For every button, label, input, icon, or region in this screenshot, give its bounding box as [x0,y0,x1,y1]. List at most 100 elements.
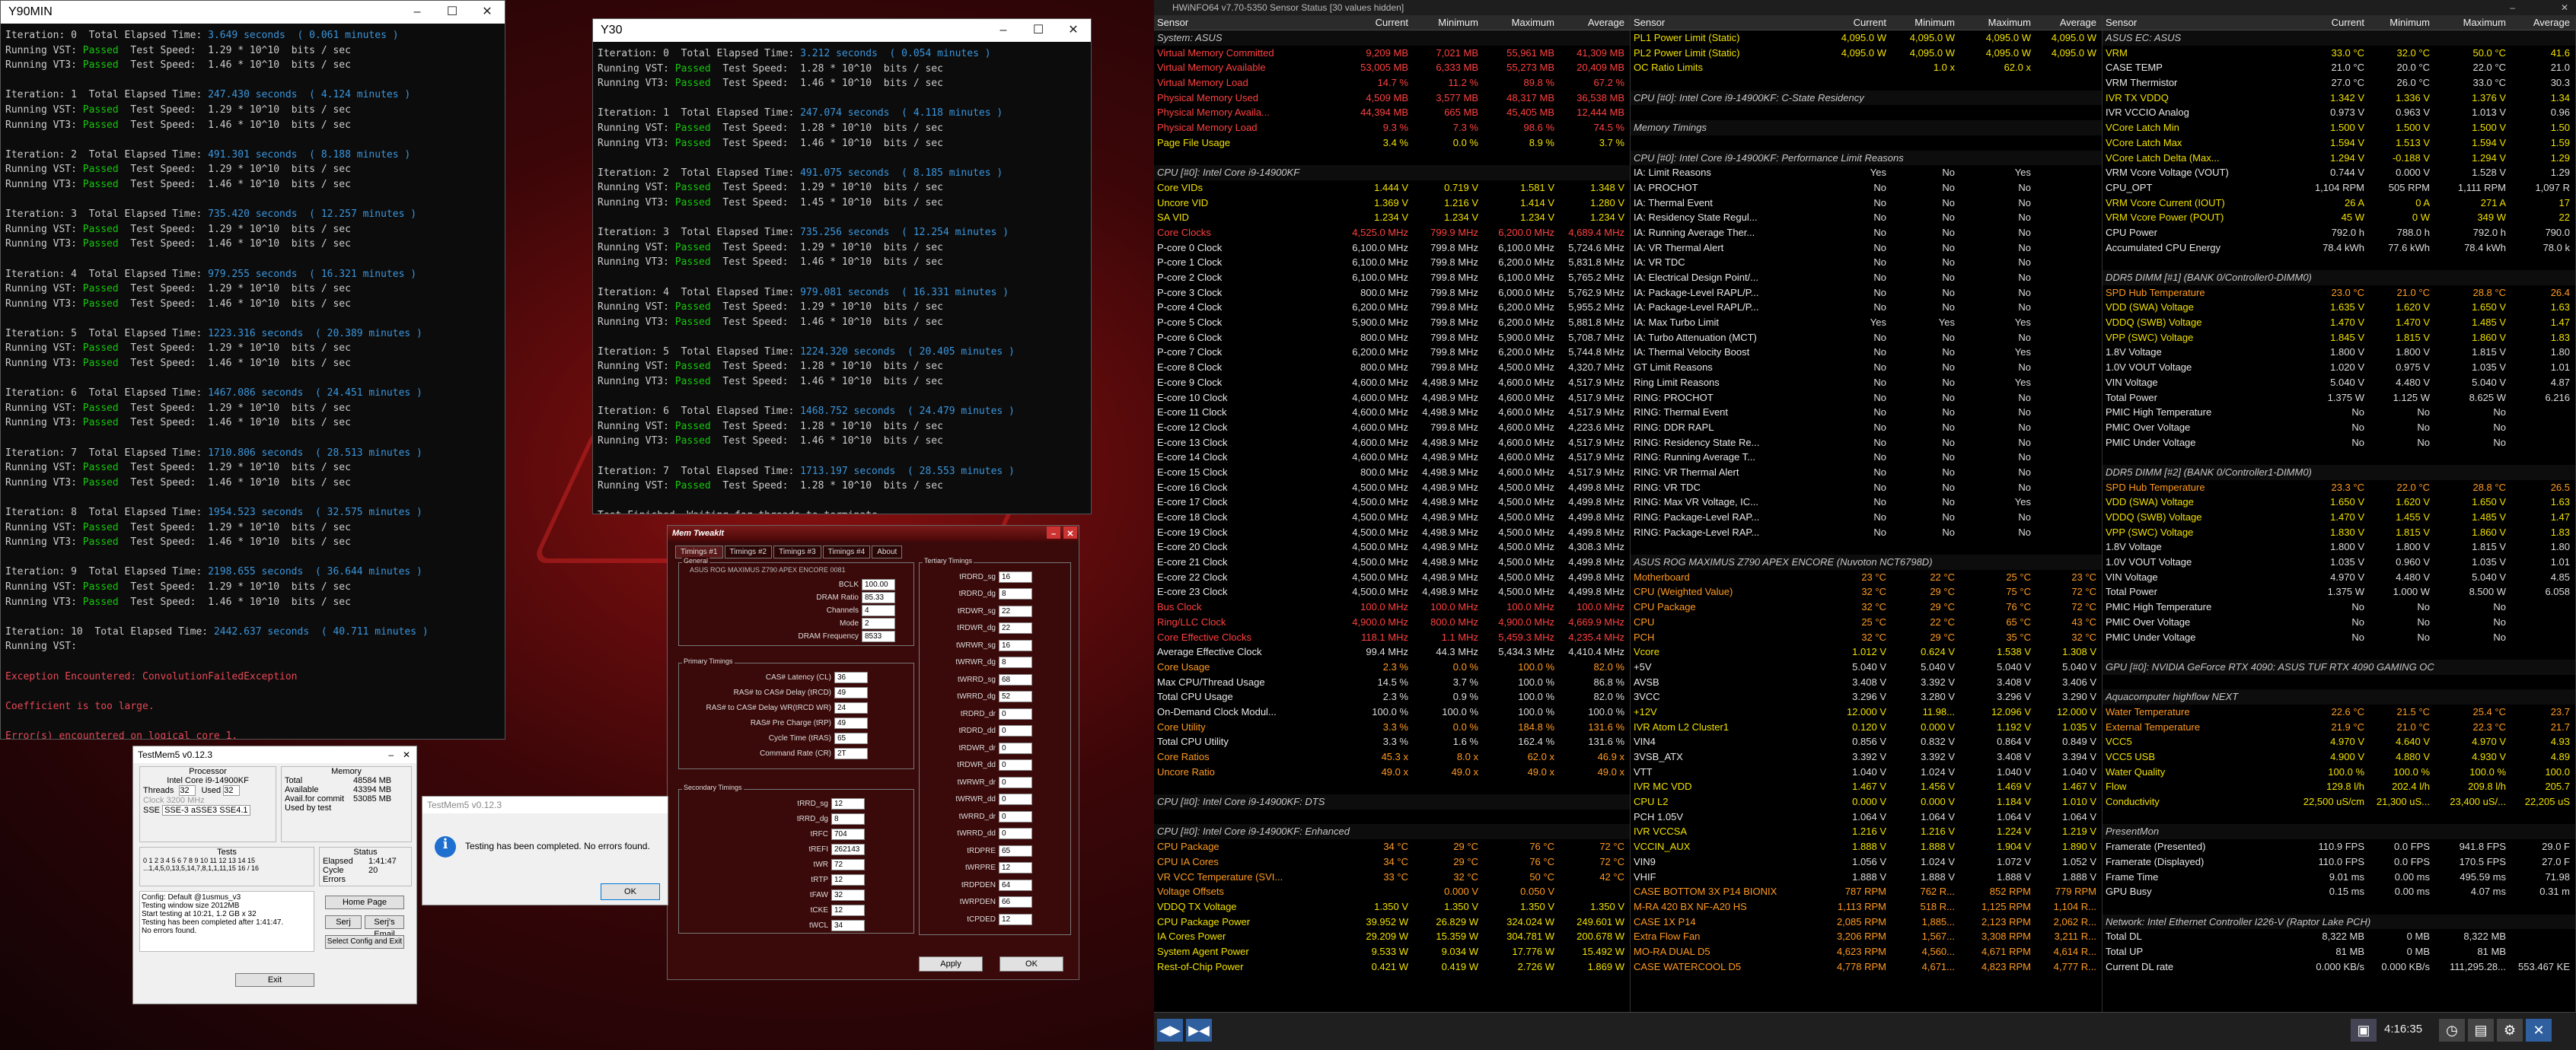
sensor-row[interactable]: SA VID 1.234 V 1.234 V 1.234 V 1.234 V [1154,210,1630,225]
sensor-row[interactable]: Water Quality 100.0 % 100.0 % 100.0 % 100.0 [2103,765,2575,780]
sensor-row[interactable]: P-core 7 Clock 6,200.0 MHz 799.8 MHz 6,200.… [1154,345,1630,360]
timing-value[interactable]: 0 [999,828,1032,839]
sensor-row[interactable]: Virtual Memory Committed 9,209 MB 7,021 MB… [1154,46,1630,61]
sensor-row[interactable] [2103,644,2575,660]
timing-value[interactable]: 65 [834,732,868,744]
sensor-row[interactable]: RING: Package-Level RAP... No No No [1631,510,2102,525]
sensor-row[interactable]: IVR VCCSA 1.216 V 1.216 V 1.224 V 1.219 V [1631,824,2102,839]
sensor-row[interactable]: PCH 1.05V 1.064 V 1.064 V 1.064 V 1.064 V [1631,810,2102,825]
sensor-group-row[interactable]: Aquacomputer highflow NEXT [2103,689,2575,705]
sensor-row[interactable] [2103,675,2575,690]
column-header-sensor[interactable]: Sensor [1154,15,1341,30]
sensor-row[interactable]: Physical Memory Availa... 44,394 MB 665 MB… [1154,105,1630,120]
sensor-row[interactable]: RING: DDR RAPL No No No [1631,420,2102,435]
nav-back-icon[interactable]: ◀▶ [1157,1019,1183,1042]
sensor-row[interactable]: Core VIDs 1.444 V 0.719 V 1.581 V 1.348 V [1154,180,1630,196]
apply-button[interactable]: Apply [919,956,983,972]
timing-value[interactable]: 0 [999,810,1032,822]
title-bar[interactable]: Y30 – ☐ ✕ [593,19,1091,42]
sensor-row[interactable]: Page File Usage 3.4 % 0.0 % 8.9 % 3.7 % [1154,135,1630,151]
sensor-row[interactable]: CPU Package 32 °C 29 °C 76 °C 72 °C [1631,600,2102,615]
sensor-row[interactable]: CPU Package Power 39.952 W 26.829 W 324.024… [1154,915,1630,930]
timing-value[interactable]: 0 [999,742,1032,754]
sensor-row[interactable]: CPU_OPT 1,104 RPM 505 RPM 1,111 RPM 1,097 R [2103,180,2575,196]
layout-icon[interactable]: ▣ [2351,1019,2377,1042]
sensor-row[interactable]: E-core 12 Clock 4,600.0 MHz 799.8 MHz 4,600… [1154,420,1630,435]
sensor-row[interactable]: P-core 4 Clock 6,200.0 MHz 799.8 MHz 6,200.… [1154,300,1630,315]
sensor-row[interactable]: M-RA 420 BX NF-A20 HS 1,113 RPM 518 R... 1,… [1631,899,2102,915]
sensor-row[interactable]: 1.0V VOUT Voltage 1.020 V 0.975 V 1.035 V 1.… [2103,360,2575,375]
sensor-row[interactable]: +5V 5.040 V 5.040 V 5.040 V 5.040 V [1631,660,2102,675]
email-button[interactable]: Serj's Email [365,915,404,939]
timing-value[interactable]: 66 [999,896,1032,908]
sensor-row[interactable]: OC Ratio Limits 1.0 x 62.0 x [1631,60,2102,75]
sensor-row[interactable]: PL2 Power Limit (Static) 4,095.0 W 4,095.0… [1631,46,2102,61]
sensor-row[interactable]: Current DL rate 0.000 KB/s 0.000 KB/s 111,2… [2103,959,2575,975]
sensor-panel-3[interactable]: Sensor Current Minimum Maximum Average ASUS E… [2103,15,2576,1012]
sensor-row[interactable]: RING: Thermal Event No No No [1631,405,2102,420]
sensor-row[interactable]: SPD Hub Temperature 23.3 °C 22.0 °C 28.8 °C… [2103,480,2575,495]
sensor-row[interactable]: E-core 18 Clock 4,500.0 MHz 4,498.9 MHz 4,5… [1154,510,1630,525]
close-icon[interactable]: ✕ [403,746,410,763]
sensor-row[interactable]: Physical Memory Used 4,509 MB 3,577 MB 48,3… [1154,91,1630,106]
column-header-minimum[interactable]: Minimum [1889,15,1958,30]
sensor-row[interactable] [1154,151,1630,166]
sensor-row[interactable]: E-core 11 Clock 4,600.0 MHz 4,498.9 MHz 4,6… [1154,405,1630,420]
sensor-row[interactable]: VCC5 4.970 V 4.640 V 4.970 V 4.93 [2103,734,2575,749]
sensor-row[interactable]: VCore Latch Max 1.594 V 1.513 V 1.594 V 1.59 [2103,135,2575,151]
timing-value[interactable]: 8 [999,588,1032,600]
sensor-row[interactable]: IA Cores Power 29.209 W 15.359 W 304.781 W2… [1154,929,1630,944]
timing-value[interactable]: 65 [999,845,1032,857]
timing-value[interactable]: 12 [831,904,865,916]
sensor-row[interactable]: CASE BOTTOM 3X P14 BIONIX 787 RPM 762 R...… [1631,884,2102,899]
sensor-row[interactable]: PMIC Over Voltage No No No [2103,615,2575,630]
sensor-row[interactable]: PCH 32 °C 29 °C 35 °C 32 °C [1631,630,2102,645]
sensor-row[interactable]: GPU Busy 0.15 ms 0.00 ms 4.07 ms 0.31 m [2103,884,2575,899]
minimize-icon[interactable]: – [2510,0,2515,15]
sensor-row[interactable]: Conductivity 22,500 uS/cm 21,300 uS... 23,4… [2103,794,2575,810]
maximize-icon[interactable]: ☐ [1021,19,1056,42]
sensor-row[interactable]: VRM Vcore Power (POUT) 45 W0 W 349 W 22 [2103,210,2575,225]
sensor-row[interactable]: Core Utility 3.3 % 0.0 % 184.8 % 131.6 % [1154,720,1630,735]
sensor-row[interactable]: Uncore Ratio 49.0 x 49.0 x 49.0 x 49.0 x [1154,765,1630,780]
sensor-row[interactable]: PMIC Over Voltage No No No [2103,420,2575,435]
sensor-row[interactable]: IA: PROCHOT No No No [1631,180,2102,196]
select-config-button[interactable]: Select Config and Exit [325,935,404,949]
nav-forward-icon[interactable]: ▶◀ [1186,1019,1212,1042]
sensor-group-row[interactable]: CPU [#0]: Intel Core i9-14900KF: Enhance… [1154,824,1630,840]
sensor-row[interactable]: Core Effective Clocks 118.1 MHz 1.1 MHz 5,4… [1154,630,1630,645]
sensor-row[interactable]: P-core 3 Clock 800.0 MHz 799.8 MHz 6,000.0 … [1154,285,1630,301]
sensor-row[interactable]: CPU IA Cores 34 °C 29 °C 76 °C 72 °C [1154,854,1630,870]
sensor-row[interactable] [1631,75,2102,91]
home-page-button[interactable]: Home Page [325,896,404,909]
timing-value[interactable]: 24 [834,702,868,714]
sensor-row[interactable]: IA: VR TDC No No No [1631,255,2102,270]
timing-value[interactable]: 12 [999,862,1032,873]
sensor-row[interactable]: E-core 9 Clock 4,600.0 MHz 4,498.9 MHz 4,60… [1154,375,1630,390]
sensor-row[interactable]: PMIC Under Voltage No No No [2103,435,2575,450]
sensor-row[interactable]: Physical Memory Load 9.3 % 7.3 % 98.6 % 74.5… [1154,120,1630,135]
sensor-row[interactable]: E-core 19 Clock 4,500.0 MHz 4,498.9 MHz 4,5… [1154,525,1630,540]
sensor-group-row[interactable]: DDR5 DIMM [#1] (BANK 0/Controller0-DIMM0… [2103,270,2575,285]
sensor-row[interactable]: CPU 25 °C 22 °C 65 °C 43 °C [1631,615,2102,630]
sensor-row[interactable]: E-core 15 Clock 800.0 MHz 4,498.9 MHz 4,600… [1154,465,1630,480]
sensor-row[interactable]: VR VCC Temperature (SVI... 33 °C 32 °C 50 °… [1154,870,1630,885]
sensor-row[interactable]: MO-RA DUAL D5 4,623 RPM 4,560... 4,671 RPM 4… [1631,944,2102,959]
timing-value[interactable]: 49 [834,717,868,729]
column-header-average[interactable]: Average [2034,15,2099,30]
sensor-group-row[interactable]: ASUS ROG MAXIMUS Z790 APEX ENCORE (Nuvot… [1631,555,2102,570]
sensor-row[interactable]: RING: VR Thermal Alert No No No [1631,465,2102,480]
sensor-row[interactable]: RING: Running Average T... No No No [1631,450,2102,465]
sensor-row[interactable]: Virtual Memory Available 53,005 MB 6,333 M… [1154,60,1630,75]
sensor-group-row[interactable]: CPU [#0]: Intel Core i9-14900KF: C-State… [1631,90,2102,106]
settings-icon[interactable]: ⚙ [2497,1019,2523,1042]
sensor-group-row[interactable]: PresentMon [2103,824,2575,840]
column-header-maximum[interactable]: Maximum [1481,15,1557,30]
sensor-row[interactable]: IA: Package-Level RAPL/P... No No No [1631,300,2102,315]
sensor-row[interactable] [1631,105,2102,120]
minimize-icon[interactable]: – [388,746,394,763]
sensor-row[interactable]: PMIC High Temperature No No No [2103,405,2575,420]
sensor-row[interactable]: Ring Limit Reasons No No Yes [1631,375,2102,390]
sensor-row[interactable]: Voltage Offsets 0.000 V 0.050 V [1154,884,1630,899]
sensor-row[interactable]: Bus Clock 100.0 MHz 100.0 MHz 100.0 MHz 100.… [1154,600,1630,615]
